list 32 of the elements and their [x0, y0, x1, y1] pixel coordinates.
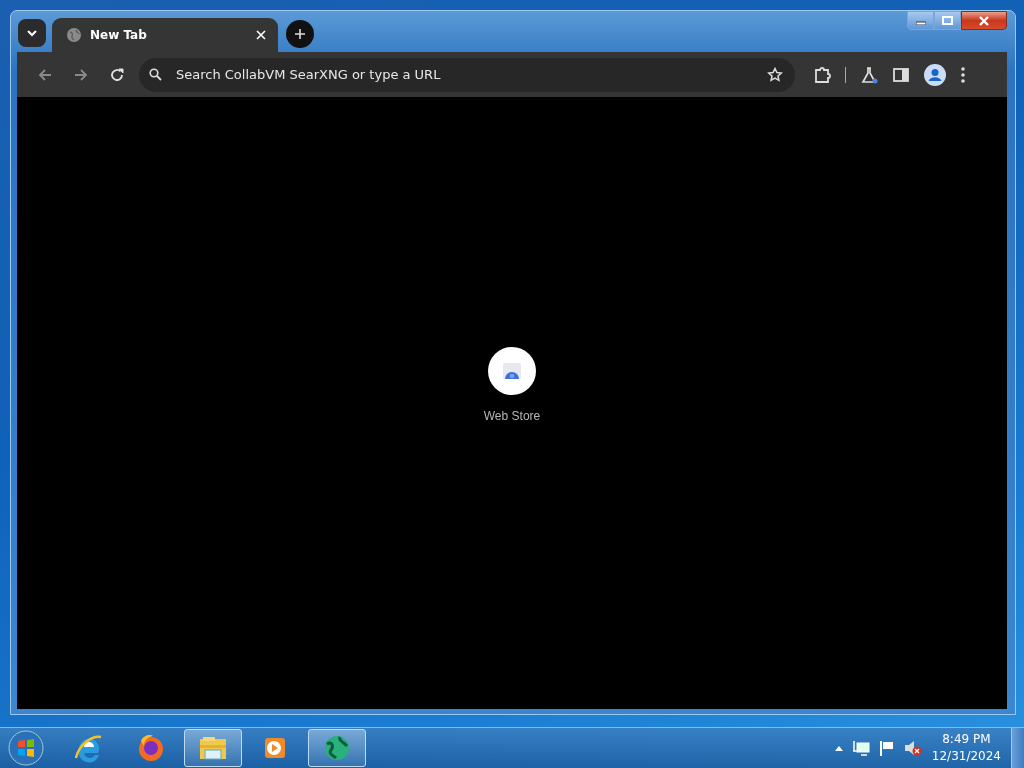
more-menu-icon[interactable]: [960, 65, 966, 84]
browser-tab[interactable]: New Tab: [52, 18, 278, 52]
new-tab-button[interactable]: [286, 20, 314, 48]
maximize-button[interactable]: [934, 11, 961, 30]
close-button[interactable]: [961, 11, 1007, 30]
globe-icon: [66, 27, 82, 43]
star-icon[interactable]: [767, 66, 783, 83]
plus-icon: [294, 28, 306, 40]
network-icon[interactable]: [851, 740, 870, 756]
side-panel-icon[interactable]: [892, 65, 910, 84]
speaker-muted-icon[interactable]: [903, 740, 922, 756]
chevron-down-icon: [26, 29, 38, 37]
close-icon: [978, 15, 990, 26]
puzzle-icon[interactable]: [813, 65, 831, 84]
start-orb-icon: [8, 730, 44, 766]
taskbar-app-button[interactable]: [184, 729, 242, 767]
search-icon: [149, 68, 162, 81]
reload-icon: [110, 67, 124, 82]
caret-up-icon[interactable]: [834, 745, 843, 751]
close-tab-icon[interactable]: [256, 30, 266, 40]
flask-icon[interactable]: [860, 65, 878, 84]
taskbar-app-button[interactable]: [308, 729, 366, 767]
minimize-button[interactable]: [907, 11, 934, 30]
clock[interactable]: 8:49 PM 12/31/2024: [931, 731, 1001, 765]
arrow-left-icon: [38, 67, 52, 82]
flag-icon[interactable]: [878, 740, 895, 756]
address-bar[interactable]: Search CollabVM SearXNG or type a URL: [139, 57, 795, 92]
profile-avatar-icon[interactable]: [924, 63, 946, 86]
maximize-icon: [942, 16, 953, 25]
tab-search-button[interactable]: [18, 19, 46, 47]
arrow-right-icon: [74, 67, 88, 82]
store-icon: [502, 362, 522, 380]
